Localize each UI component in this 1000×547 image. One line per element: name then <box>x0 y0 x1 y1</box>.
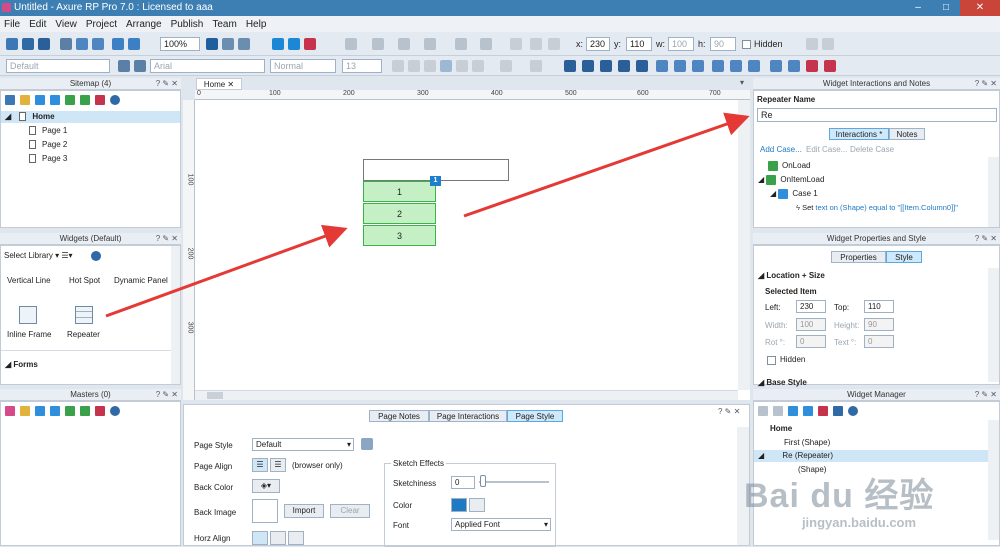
annotation-arrows <box>105 112 750 318</box>
arrow-canvas-to-name <box>463 112 750 218</box>
baidu-watermark: Bai du 经验 jingyan.baidu.com <box>744 468 974 530</box>
watermark-text: Bai du 经验 <box>744 477 935 515</box>
arrow-repeater-to-canvas <box>105 224 348 318</box>
watermark-url: jingyan.baidu.com <box>801 515 917 530</box>
